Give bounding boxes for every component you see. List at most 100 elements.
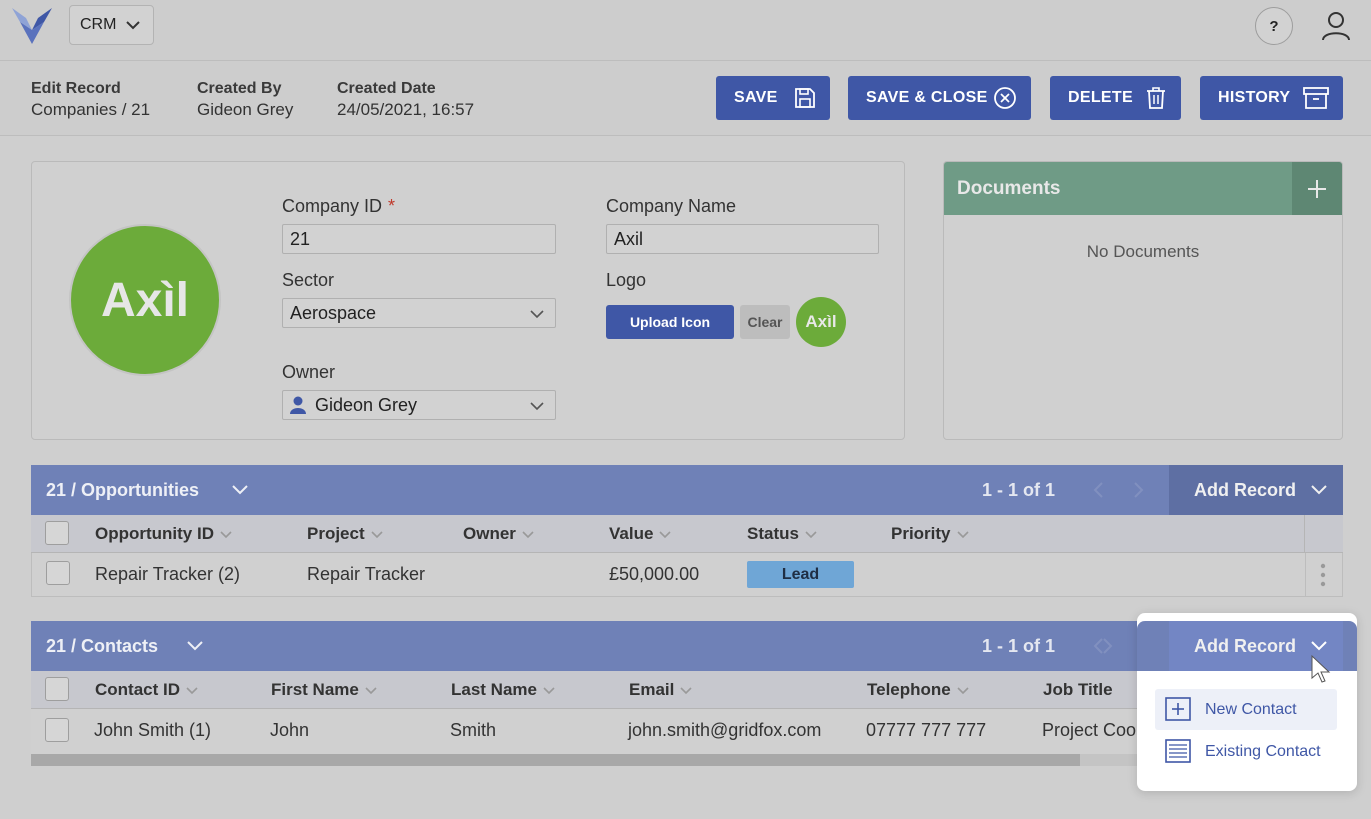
select-all-checkbox[interactable] [45,521,69,545]
delete-button-label: DELETE [1068,89,1133,106]
column-header-email[interactable]: Email [629,680,692,700]
select-all-checkbox[interactable] [45,677,69,701]
sort-chevron-icon [522,530,534,538]
table-list-icon [1165,739,1191,763]
prev-page-icon[interactable] [1092,481,1104,499]
sort-chevron-icon [659,530,671,538]
column-header-label: Status [747,524,799,543]
opportunities-panel-header: 21 / Opportunities 1 - 1 of 1 Add Record [31,465,1343,515]
column-header-owner[interactable]: Owner [463,524,534,544]
cell-first-name: John [270,720,310,740]
column-header-opportunity-id[interactable]: Opportunity ID [95,524,232,544]
documents-panel: Documents No Documents [943,161,1343,440]
row-checkbox[interactable] [46,561,70,585]
menu-item-new-contact[interactable]: New Contact [1155,689,1337,730]
history-button-label: HISTORY [1218,89,1291,106]
add-record-dropdown: Add Record New Contact Existing Contact [1103,613,1357,791]
column-header-value[interactable]: Value [609,524,671,544]
delete-button[interactable]: DELETE [1050,76,1181,120]
history-button[interactable]: HISTORY [1200,76,1343,120]
required-marker: * [388,196,396,216]
collapse-chevron-icon[interactable] [231,482,249,498]
column-header-job-title[interactable]: Job Title [1043,680,1113,700]
edit-record-info: Edit Record Companies / 21 [31,78,150,120]
cell-telephone: 07777 777 777 [866,720,987,740]
column-header-label: Owner [463,524,516,543]
opportunities-add-record-button[interactable]: Add Record [1169,465,1343,515]
cell-project: Repair Tracker [307,564,426,584]
trash-icon [1147,87,1165,109]
next-page-icon[interactable] [1102,637,1114,655]
column-header-label: Value [609,524,654,543]
company-id-label: Company ID * [282,196,395,217]
created-by-info: Created By Gideon Grey [197,78,293,120]
next-page-icon[interactable] [1133,481,1145,499]
opportunities-table-header: Opportunity ID Project Owner Value Statu… [31,515,1343,553]
sector-label: Sector [282,270,335,290]
column-header-telephone[interactable]: Telephone [867,680,969,700]
chevron-down-icon [530,402,544,411]
column-header-label: Priority [891,524,951,543]
save-button[interactable]: SAVE [716,76,830,120]
save-close-button[interactable]: SAVE & CLOSE [848,76,1031,120]
column-header-first-name[interactable]: First Name [271,680,377,700]
app-select-dropdown[interactable]: CRM [69,5,154,45]
sort-chevron-icon [957,686,969,694]
chevron-down-icon [530,310,544,319]
user-profile-icon[interactable] [1320,10,1352,42]
documents-empty-text: No Documents [1086,242,1200,261]
menu-item-existing-contact[interactable]: Existing Contact [1155,731,1337,772]
sort-chevron-icon [220,530,232,538]
gridfox-logo-icon[interactable] [12,8,52,44]
company-logo-large: Axìl [69,224,221,376]
edit-record-value: Companies / 21 [31,100,151,119]
cell-contact-id[interactable]: John Smith (1) [94,720,211,741]
floppy-disk-icon [795,88,815,108]
row-actions-kebab-icon[interactable] [1320,562,1326,588]
owner-label: Owner [282,362,336,382]
column-header-label: Telephone [867,680,951,699]
app-select-value: CRM [80,16,117,33]
add-record-label: Add Record [1194,635,1297,656]
company-logo-text: Axìl [100,273,190,327]
opportunities-pager: 1 - 1 of 1 [982,480,1056,500]
column-header-label: Email [629,680,675,699]
clear-logo-button[interactable]: Clear [740,305,790,339]
company-id-label-text: Company ID [282,196,383,216]
scrollbar-thumb[interactable] [31,754,1080,766]
contacts-pager: 1 - 1 of 1 [982,636,1056,656]
sector-select[interactable]: Aerospace [282,298,556,328]
column-header-contact-id[interactable]: Contact ID [95,680,198,700]
sort-chevron-icon [956,530,969,538]
company-name-input[interactable]: Axil [606,224,879,254]
close-circle-icon [994,87,1016,109]
cell-last-name: Smith [450,720,497,740]
column-header-label: First Name [271,680,359,699]
upload-icon-button[interactable]: Upload Icon [606,305,734,339]
sector-value: Aerospace [290,303,377,323]
table-row[interactable]: Repair Tracker (2) Repair Tracker £50,00… [31,553,1343,597]
add-document-button[interactable] [1292,162,1342,215]
archive-box-icon [1303,87,1329,109]
row-checkbox[interactable] [45,718,69,742]
opportunities-title: 21 / Opportunities [46,480,200,500]
actions-column-divider [1305,553,1306,596]
sort-chevron-icon [186,686,198,694]
sort-chevron-icon [805,530,817,538]
help-button[interactable]: ? [1255,7,1293,45]
column-header-project[interactable]: Project [307,524,383,544]
collapse-chevron-icon[interactable] [186,638,204,654]
owner-select[interactable]: Gideon Grey [282,390,556,420]
cell-opportunity-id[interactable]: Repair Tracker (2) [95,564,240,585]
mouse-cursor-icon [1311,654,1331,683]
status-badge: Lead [747,561,854,588]
column-header-last-name[interactable]: Last Name [451,680,555,700]
company-id-input[interactable]: 21 [282,224,556,254]
chevron-down-icon [1311,641,1327,651]
column-header-status[interactable]: Status [747,524,817,544]
column-header-label: Project [307,524,365,543]
column-header-priority[interactable]: Priority [891,524,969,544]
cell-value: £50,000.00 [609,564,700,584]
sort-chevron-icon [365,686,377,694]
column-header-label: Contact ID [95,680,180,699]
